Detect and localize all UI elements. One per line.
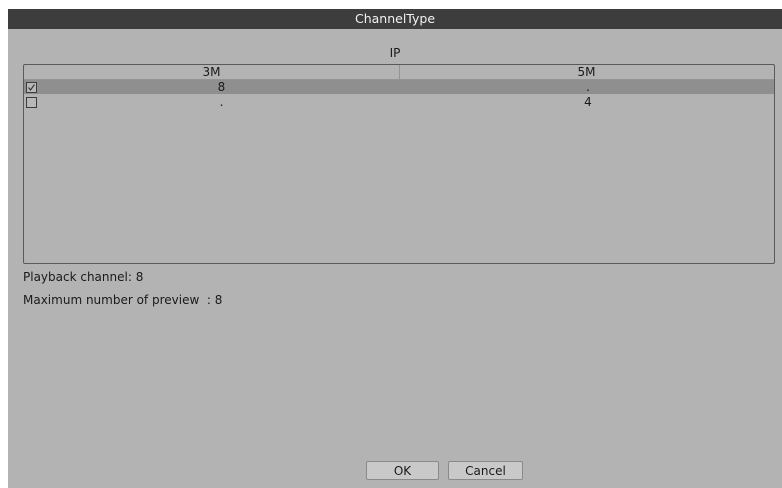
cancel-button[interactable]: Cancel [448,461,523,480]
ip-group-label: IP [389,46,401,60]
cell-3m: 8 [217,80,226,94]
cell-3m: . [219,95,224,109]
channel-type-table: 3M 5M 8 . . 4 [23,64,775,264]
cell-5m: 4 [584,95,592,109]
ok-button[interactable]: OK [366,461,439,480]
channel-type-window: ChannelType IP 3M 5M 8 . . 4 Playback ch… [8,9,782,488]
column-separator [399,65,400,80]
playback-channel-text: Playback channel: 8 [23,270,144,284]
table-row[interactable]: . 4 [24,95,774,109]
window-title: ChannelType [8,9,782,29]
max-preview-text: Maximum number of preview : 8 [23,293,223,307]
cell-5m: . [586,80,590,94]
table-row[interactable]: 8 . [24,80,774,94]
column-header-3m[interactable]: 3M [24,65,399,79]
column-header-5m[interactable]: 5M [399,65,774,79]
